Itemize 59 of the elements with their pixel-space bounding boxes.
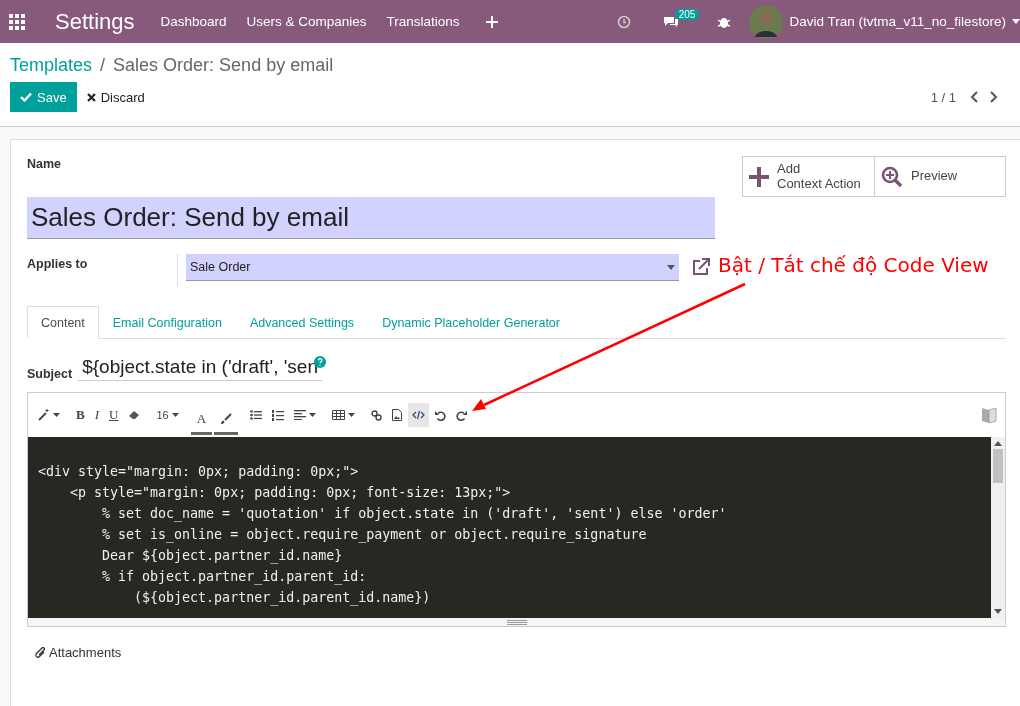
caret-icon [348, 413, 356, 417]
apps-grid-icon[interactable] [9, 13, 25, 30]
model-select[interactable]: Sale Order [186, 254, 679, 281]
menu-item[interactable]: Dashboard [160, 14, 227, 29]
attachments-link[interactable]: Attachments [35, 645, 122, 660]
code-icon [412, 410, 426, 420]
paperclip-icon [35, 646, 46, 659]
breadcrumb-current: Sales Order: Send by email [113, 55, 334, 76]
menu-item[interactable]: Users & Companies [246, 14, 367, 29]
resize-handle-icon[interactable] [506, 619, 527, 625]
menu-item[interactable]: Translations [386, 14, 460, 29]
caret-icon [1012, 19, 1020, 24]
field-label: Name [27, 157, 62, 171]
next-icon[interactable] [990, 91, 998, 103]
close-icon [86, 92, 96, 102]
check-icon [20, 92, 32, 102]
bullet-list-icon [250, 410, 263, 420]
plus-icon[interactable] [485, 15, 498, 28]
font-size-dropdown[interactable]: 16 [152, 403, 183, 427]
pager-text: 1 / 1 [930, 89, 956, 105]
caret-icon [171, 413, 179, 417]
link-icon [371, 409, 383, 421]
scroll-up-icon [994, 441, 1002, 446]
scroll-down-icon [994, 609, 1002, 614]
field-label: Subject [27, 367, 73, 381]
plus-icon [749, 166, 769, 187]
avatar-icon[interactable] [749, 4, 784, 39]
external-link-icon[interactable] [691, 257, 711, 277]
underline-button[interactable]: U [105, 403, 123, 427]
code-button[interactable] [408, 403, 430, 427]
breadcrumb-separator: / [100, 55, 106, 76]
numbered-list-icon [272, 409, 285, 421]
caret-icon [53, 413, 60, 417]
name-field[interactable]: Sales Order: Send by email [27, 197, 715, 239]
annotation-text: Bật / Tắt chế độ Code View [718, 253, 989, 277]
zoom-in-icon [881, 165, 903, 188]
align-icon [294, 410, 307, 420]
table-icon [332, 410, 346, 420]
magic-wand-icon [38, 409, 50, 421]
app-title: Settings [55, 8, 135, 35]
previous-icon[interactable] [970, 91, 978, 103]
scroll-thumb[interactable] [993, 449, 1003, 483]
tab[interactable]: Content [27, 306, 99, 339]
image-icon [392, 409, 403, 421]
scrollbar[interactable] [991, 437, 1005, 618]
discard-button[interactable]: Discard [80, 88, 151, 106]
undo-icon [435, 409, 447, 421]
bold-button[interactable]: B [72, 403, 89, 427]
chat-icon[interactable] [662, 14, 679, 29]
caret-icon [309, 413, 317, 417]
message-count-badge: 205 [674, 8, 700, 20]
italic-button[interactable]: I [90, 403, 103, 427]
user-menu[interactable]: David Tran (tvtma_v11_no_filestore) [789, 14, 1006, 29]
clock-icon[interactable] [616, 14, 631, 29]
caret-icon [667, 264, 675, 270]
field-label: Applies to [27, 257, 89, 271]
eraser-icon [128, 410, 141, 420]
brush-icon [220, 412, 233, 425]
redo-icon [456, 409, 468, 421]
